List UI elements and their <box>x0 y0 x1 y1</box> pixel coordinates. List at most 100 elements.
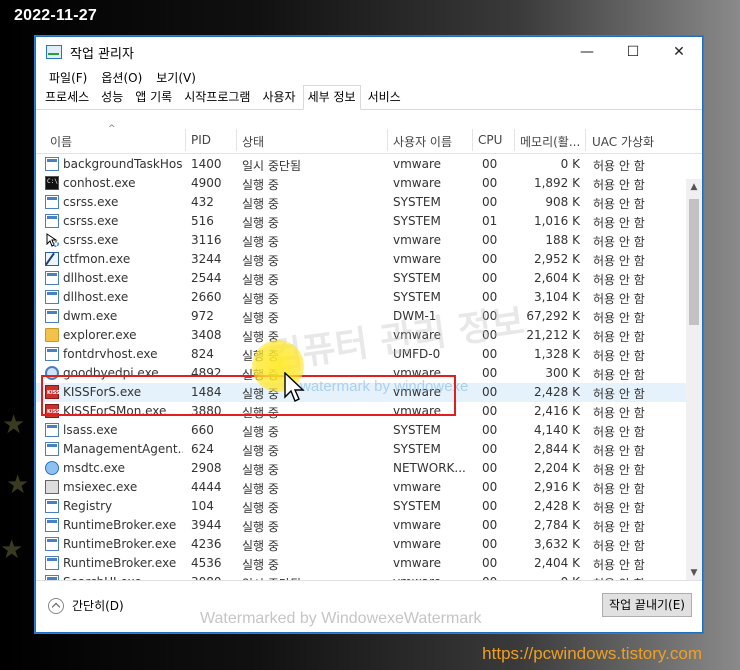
watermark-bottom: Watermarked by WindowexeWatermark <box>200 610 482 627</box>
cell-name: dwm.exe <box>63 309 118 323</box>
window-process-icon <box>45 442 59 456</box>
table-row[interactable]: msdtc.exe 2908 실행 중 NETWORK... 00 2,204 K 허용 안… <box>36 459 686 478</box>
tab-processes[interactable]: 프로세스 <box>40 85 94 109</box>
table-row[interactable]: dllhost.exe 2544 실행 중 SYSTEM 00 2,604 K 허용 안 함 <box>36 269 686 288</box>
fewer-details-label: 간단히(D) <box>72 599 124 613</box>
cell-user: vmware <box>393 252 442 266</box>
window-process-icon <box>45 271 59 285</box>
tab-performance[interactable]: 성능 <box>96 85 128 109</box>
scroll-thumb[interactable] <box>689 199 699 325</box>
table-row[interactable]: csrss.exe 432 실행 중 SYSTEM 00 908 K 허용 안 함 <box>36 193 686 212</box>
cell-pid: 516 <box>191 214 214 228</box>
tab-services[interactable]: 서비스 <box>363 85 406 109</box>
column-header-user[interactable]: 사용자 이름 <box>393 133 452 150</box>
table-row[interactable]: ctfmon.exe 3244 실행 중 vmware 00 2,952 K 허용 안 함 <box>36 250 686 269</box>
cell-status: 실행 중 <box>242 216 279 230</box>
table-row[interactable]: csrss.exe 3116 실행 중 vmware 00 188 K 허용 안 함 <box>36 231 686 250</box>
column-header-uac[interactable]: UAC 가상화 <box>592 133 654 150</box>
table-row[interactable]: ManagementAgent... 624 실행 중 SYSTEM 00 2,844 K… <box>36 440 686 459</box>
table-row[interactable]: lsass.exe 660 실행 중 SYSTEM 00 4,140 K 허용 안 함 <box>36 421 686 440</box>
cell-user: vmware <box>393 157 442 171</box>
cell-uac: 허용 안 함 <box>593 292 645 306</box>
cell-user: SYSTEM <box>393 423 441 437</box>
tab-startup[interactable]: 시작프로그램 <box>179 85 255 109</box>
process-list: backgroundTaskHos... 1400 일시 중단됨 vmware 00 0 … <box>36 155 686 581</box>
close-button[interactable]: ✕ <box>656 37 702 67</box>
window-title: 작업 관리자 <box>70 46 134 62</box>
table-row[interactable]: msiexec.exe 4444 실행 중 vmware 00 2,916 K 허용 안 함 <box>36 478 686 497</box>
table-row[interactable]: RuntimeBroker.exe 4536 실행 중 vmware 00 2,404 K… <box>36 554 686 573</box>
fewer-details-button[interactable]: 간단히(D) <box>48 597 124 614</box>
cell-mem: 2,604 K <box>533 271 580 285</box>
net-process-icon <box>45 461 59 475</box>
cell-pid: 4900 <box>191 176 222 190</box>
cell-mem: 1,328 K <box>533 347 580 361</box>
cell-pid: 2544 <box>191 271 222 285</box>
star-decoration-icon: ★ <box>6 470 30 500</box>
cell-mem: 0 K <box>560 157 580 171</box>
cell-mem: 2,204 K <box>533 461 580 475</box>
table-row[interactable]: backgroundTaskHos... 1400 일시 중단됨 vmware 00 0 … <box>36 155 686 174</box>
cell-uac: 허용 안 함 <box>593 368 645 382</box>
table-row[interactable]: RuntimeBroker.exe 4236 실행 중 vmware 00 3,632 K… <box>36 535 686 554</box>
tab-bar: 프로세스 성능 앱 기록 시작프로그램 사용자 세부 정보 서비스 <box>36 85 702 110</box>
vertical-scrollbar[interactable]: ▲ ▼ <box>686 179 702 581</box>
end-task-button[interactable]: 작업 끝내기(E) <box>602 593 692 617</box>
maximize-button[interactable]: ☐ <box>610 37 656 67</box>
cell-mem: 2,404 K <box>533 556 580 570</box>
cell-uac: 허용 안 함 <box>593 254 645 268</box>
cell-status: 실행 중 <box>242 463 279 477</box>
table-row[interactable]: csrss.exe 516 실행 중 SYSTEM 01 1,016 K 허용 안 함 <box>36 212 686 231</box>
sort-ascending-icon: ^ <box>108 124 116 134</box>
window-process-icon <box>45 309 59 323</box>
cell-cpu: 00 <box>482 404 498 418</box>
cell-name: RuntimeBroker.exe <box>63 556 177 570</box>
tab-details[interactable]: 세부 정보 <box>302 85 361 110</box>
cell-uac: 허용 안 함 <box>593 444 645 458</box>
column-header-name[interactable]: 이름 <box>50 133 72 150</box>
cell-cpu: 00 <box>482 157 498 171</box>
menu-options[interactable]: 옵션(O) <box>94 69 149 86</box>
cell-user: vmware <box>393 176 442 190</box>
column-header-pid[interactable]: PID <box>191 133 211 147</box>
column-header-status[interactable]: 상태 <box>242 133 264 150</box>
cell-user: vmware <box>393 537 442 551</box>
cell-user: vmware <box>393 556 442 570</box>
scroll-up-icon[interactable]: ▲ <box>686 179 702 195</box>
title-bar[interactable]: 작업 관리자 — ☐ ✕ <box>36 37 702 67</box>
cell-cpu: 00 <box>482 442 498 456</box>
red-highlight-box <box>41 375 456 416</box>
menu-view[interactable]: 보기(V) <box>149 69 203 86</box>
window-process-icon <box>45 423 59 437</box>
cell-mem: 1,016 K <box>533 214 580 228</box>
cell-pid: 4444 <box>191 480 222 494</box>
minimize-button[interactable]: — <box>564 37 610 67</box>
pen-process-icon <box>45 252 59 266</box>
cell-cpu: 00 <box>482 499 498 513</box>
table-row[interactable]: Registry 104 실행 중 SYSTEM 00 2,428 K 허용 안 함 <box>36 497 686 516</box>
tab-users[interactable]: 사용자 <box>257 85 300 109</box>
table-row[interactable]: dllhost.exe 2660 실행 중 SYSTEM 00 3,104 K 허용 안 함 <box>36 288 686 307</box>
scroll-down-icon[interactable]: ▼ <box>686 565 702 581</box>
window-process-icon <box>45 157 59 171</box>
cell-name: msiexec.exe <box>63 480 138 494</box>
cell-pid: 1400 <box>191 157 222 171</box>
cell-mem: 4,140 K <box>533 423 580 437</box>
cell-mem: 67,292 K <box>526 309 580 323</box>
table-row[interactable]: conhost.exe 4900 실행 중 vmware 00 1,892 K 허용 안 함 <box>36 174 686 193</box>
cell-uac: 허용 안 함 <box>593 235 645 249</box>
column-header-cpu[interactable]: CPU <box>478 133 502 147</box>
cell-name: dllhost.exe <box>63 271 129 285</box>
menu-file[interactable]: 파일(F) <box>42 69 94 86</box>
cell-cpu: 00 <box>482 366 498 380</box>
column-header-memory[interactable]: 메모리(활... <box>520 133 580 150</box>
date-stamp: 2022-11-27 <box>14 7 97 24</box>
cell-pid: 660 <box>191 423 214 437</box>
cell-uac: 허용 안 함 <box>593 425 645 439</box>
tab-app-history[interactable]: 앱 기록 <box>130 85 177 109</box>
cell-name: csrss.exe <box>63 233 119 247</box>
cell-name: ManagementAgent... <box>63 442 183 456</box>
table-row[interactable]: RuntimeBroker.exe 3944 실행 중 vmware 00 2,784 K… <box>36 516 686 535</box>
cell-pid: 104 <box>191 499 214 513</box>
site-url: https://pcwindows.tistory.com <box>482 644 702 663</box>
